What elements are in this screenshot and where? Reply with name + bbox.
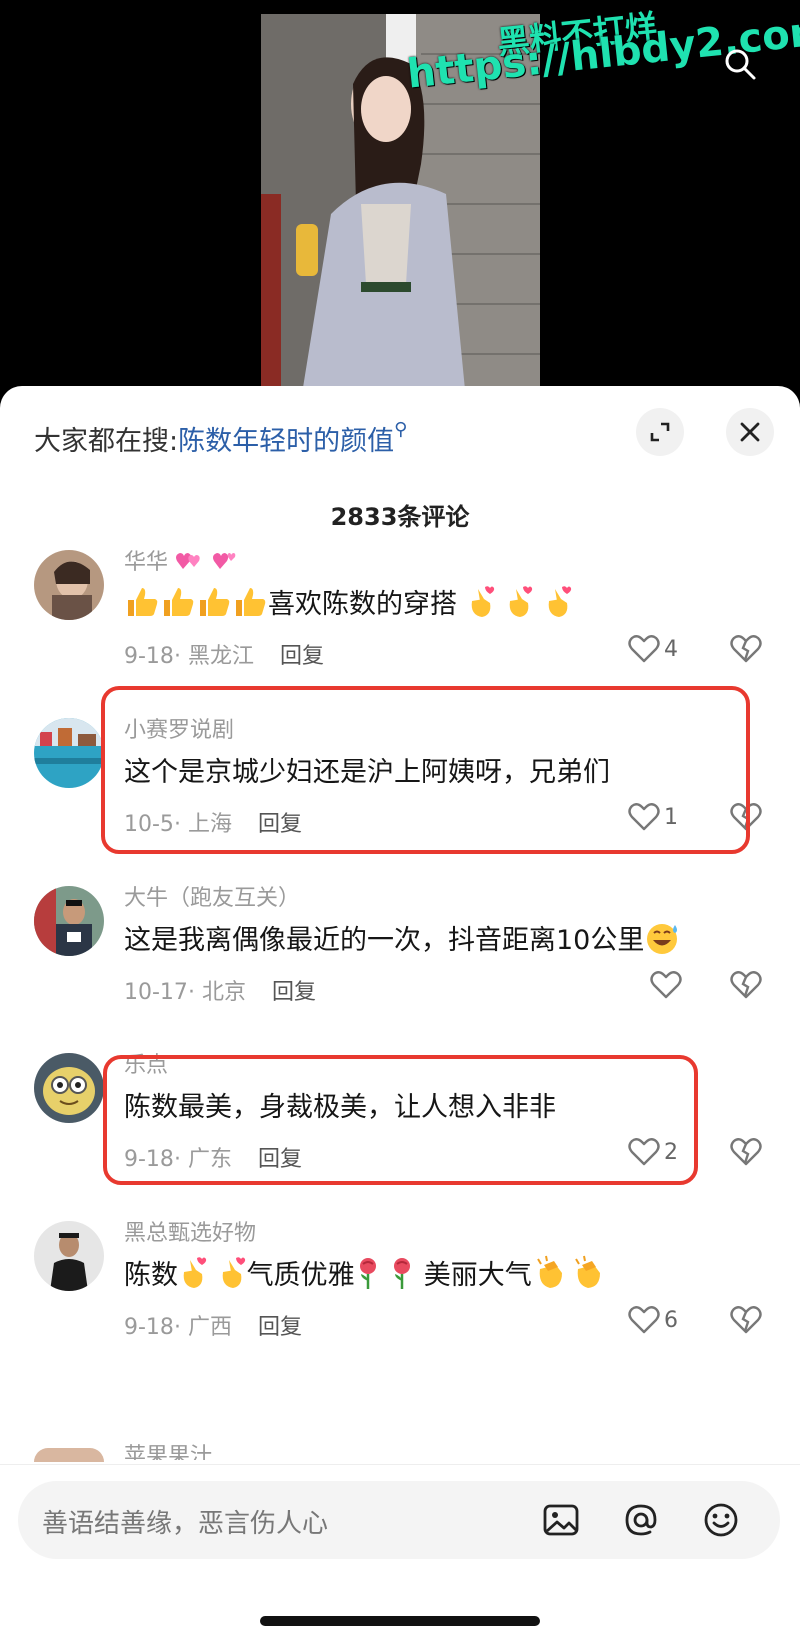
comment-meta: 9-18· 广西 回复 [124,1315,302,1340]
avatar[interactable] [34,550,104,620]
comment-text: 这是我离偶像最近的一次，抖音距离10公里 [124,918,682,962]
search-icon: ⚲ [394,419,408,440]
comment-input[interactable]: 善语结善缘，恶言伤人心 [18,1481,780,1559]
comment-item: 黑总甄选好物 陈数 气质优雅 美丽大气 9-18· 广西 回复 6 [0,1209,800,1369]
avatar[interactable] [34,1221,104,1291]
avatar[interactable] [34,886,104,956]
comment-input-placeholder: 善语结善缘，恶言伤人心 [42,1509,329,1539]
comment-item: 大牛（跑友互关） 这是我离偶像最近的一次，抖音距离10公里 10-17· 北京回… [0,874,800,1034]
hot-search-prefix: 大家都在搜: [34,426,179,457]
comment-text: 陈数 气质优雅 美丽大气 [124,1253,608,1298]
highlight-box [101,686,750,854]
hearts-emoji [210,549,238,577]
thumbs-up-emoji [232,586,268,625]
search-icon[interactable] [722,46,758,82]
hot-search-bar[interactable]: 大家都在搜:陈数年轻时的颜值⚲ [34,419,407,458]
video-area[interactable]: 黑料不打烊 https://hlbdy2.com [0,0,800,400]
thumbs-up-emoji [160,586,196,625]
clapping-emoji [570,1255,608,1298]
finger-heart-emoji [217,1256,247,1297]
heart-icon [628,1306,660,1334]
rose-emoji [355,1256,381,1297]
comment-meta: 10-17· 北京 回复 [124,980,316,1005]
like-button[interactable]: 4 [628,634,678,664]
finger-heart-emoji [543,585,573,626]
expand-icon [650,422,670,442]
hearts-emoji [175,549,203,577]
avatar[interactable] [34,1448,104,1462]
heart-icon [628,635,660,663]
home-indicator[interactable] [260,1616,540,1626]
comment-username[interactable]: 华华 [124,544,238,577]
clapping-emoji [532,1255,570,1298]
finger-heart-emoji [178,1256,208,1297]
reply-button[interactable]: 回复 [272,980,316,1005]
emoji-icon[interactable] [702,1501,740,1539]
comment-count-number: 2833 [330,503,398,531]
close-button[interactable] [726,408,774,456]
comment-username[interactable]: 大牛（跑友互关） [124,880,300,912]
thumbs-up-emoji [124,586,160,625]
comment-item: 华华 喜欢陈数的穿搭 9-18· 黑龙江 回复 4 [0,538,800,698]
broken-heart-icon [730,1306,762,1334]
sweat-smile-emoji [644,921,682,962]
dislike-button[interactable] [730,634,762,668]
reply-button[interactable]: 回复 [280,644,324,669]
broken-heart-icon [730,635,762,663]
dislike-button[interactable] [730,1305,762,1339]
reply-button[interactable]: 回复 [258,1315,302,1340]
dislike-button[interactable] [730,970,762,1004]
broken-heart-icon [730,971,762,999]
close-icon [740,422,760,442]
comment-username[interactable]: 黑总甄选好物 [124,1215,256,1247]
finger-heart-emoji [504,585,534,626]
heart-icon [650,971,682,999]
hot-search-query[interactable]: 陈数年轻时的颜值 [178,426,394,457]
comment-username[interactable]: 苹果果汁 [124,1444,212,1460]
thumbs-up-emoji [196,586,232,625]
comment-count: 2833条评论 [0,497,800,532]
dislike-button[interactable] [730,1137,762,1171]
image-icon[interactable] [542,1501,580,1539]
at-mention-icon[interactable] [622,1501,660,1539]
broken-heart-icon [730,1138,762,1166]
like-count: 4 [664,636,678,662]
finger-heart-emoji [466,585,496,626]
comment-count-suffix: 条评论 [397,503,470,531]
comment-meta: 9-18· 黑龙江 回复 [124,644,324,669]
rose-emoji [389,1256,415,1297]
like-count: 6 [664,1307,678,1333]
comment-text: 喜欢陈数的穿搭 [124,582,573,626]
expand-button[interactable] [636,408,684,456]
comment-sheet: 大家都在搜:陈数年轻时的颜值⚲ 2833条评论 华华 喜欢陈数的穿搭 9-18·… [0,386,800,1652]
highlight-box [103,1055,698,1185]
avatar[interactable] [34,1053,104,1123]
avatar[interactable] [34,718,104,788]
like-button[interactable]: 6 [628,1305,678,1335]
like-button[interactable] [650,970,686,1000]
